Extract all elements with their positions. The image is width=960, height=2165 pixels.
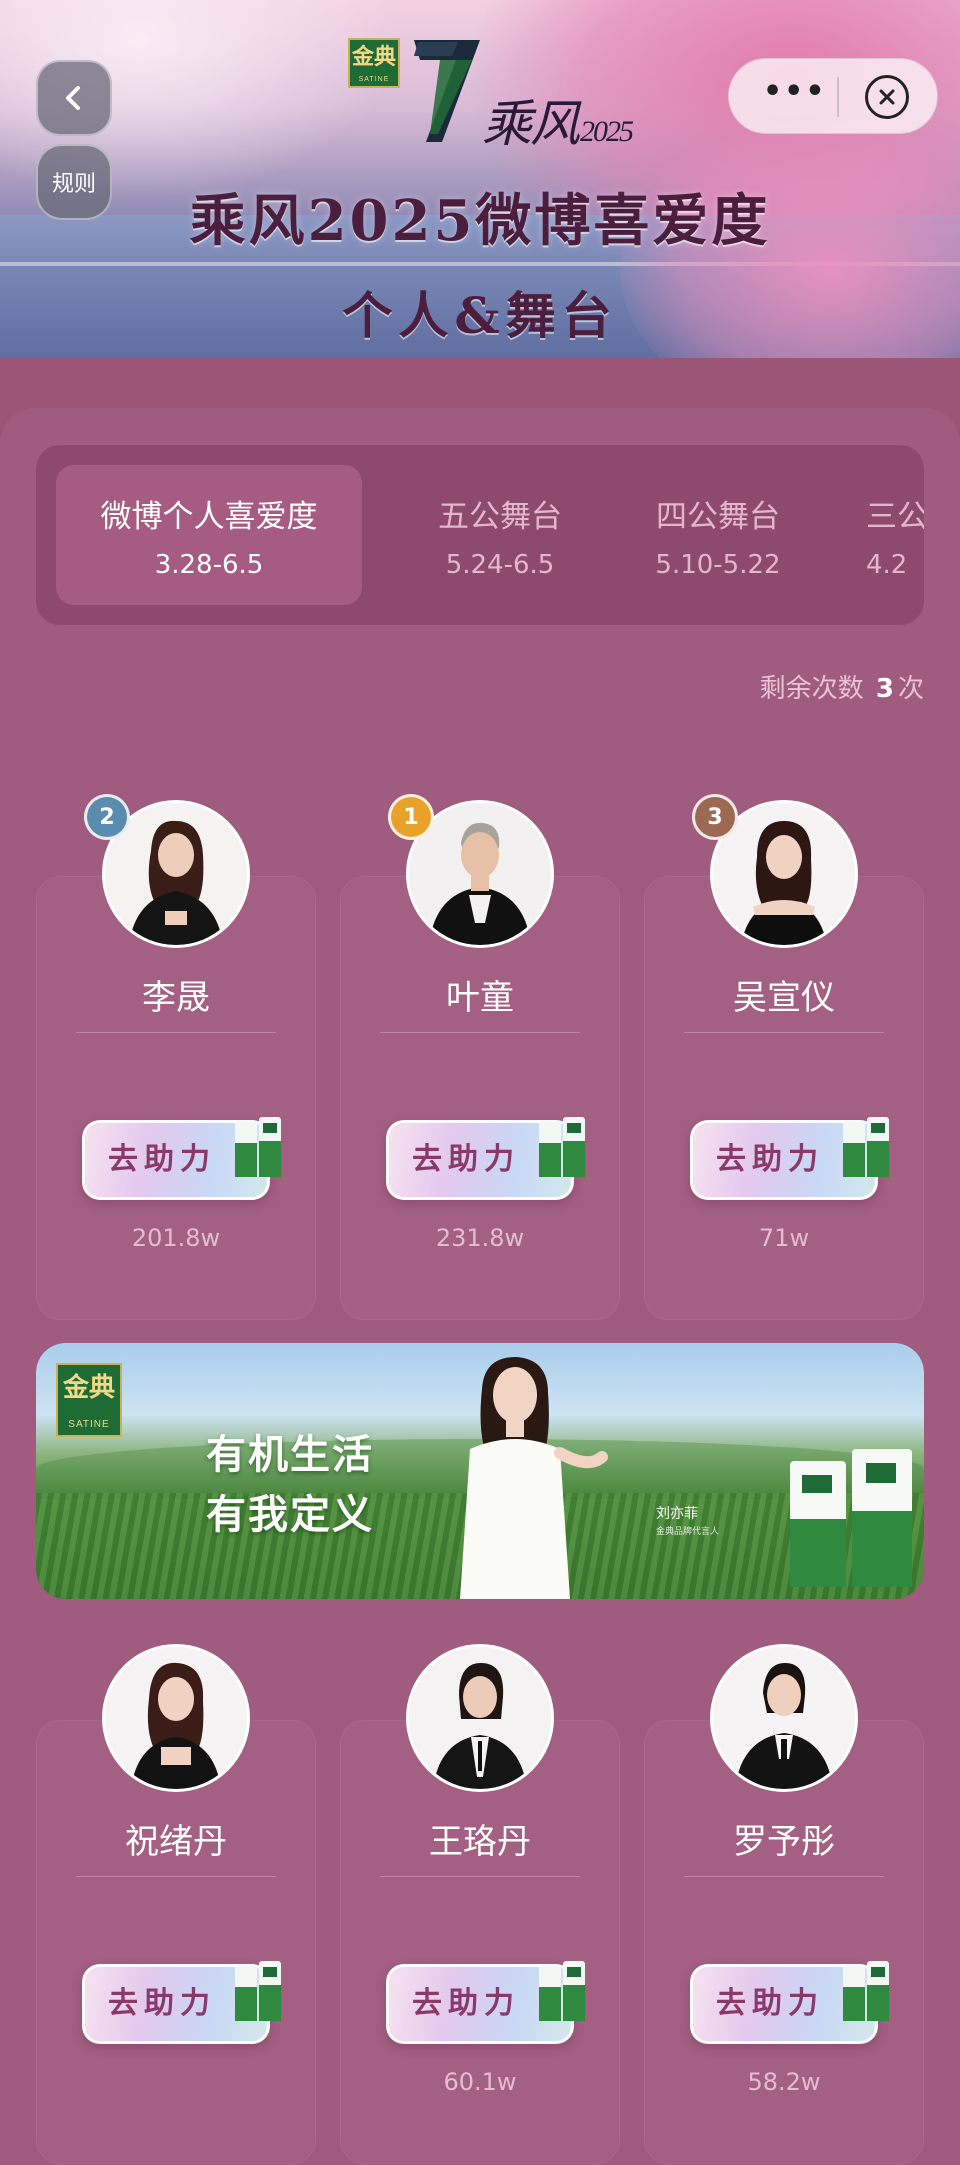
hero-banner: 金典 SATINE 乘风2025 乘风2025微博喜爱度 个人&舞台 — [0, 0, 960, 358]
remaining-label: 剩余次数 — [759, 674, 864, 704]
rank-badge: 2 — [84, 794, 130, 840]
contestant-name: 吴宣仪 — [733, 978, 835, 1018]
rank-badge: 3 — [692, 794, 738, 840]
tab-label: 微博个人喜爱度 — [100, 499, 318, 535]
brand-logo-text: 金典 — [351, 44, 396, 69]
vote-count: 231.8w — [435, 1224, 525, 1252]
brand-logo-small: 金典 SATINE — [348, 38, 400, 88]
contestant-card: 罗予彤 去助力 58.2w — [644, 1644, 924, 2164]
contestant-card: 王珞丹 去助力 60.1w — [340, 1644, 620, 2164]
chevron-left-icon — [66, 86, 80, 110]
divider — [380, 1032, 580, 1033]
ad-signature: 刘亦菲 金典品牌代言人 — [656, 1505, 719, 1541]
divider — [76, 1876, 276, 1877]
milk-carton-icon — [539, 1961, 585, 2021]
show-logo: 金典 SATINE 乘风2025 — [348, 34, 646, 152]
close-circle-icon — [879, 89, 895, 105]
contestant-row-2: 祝绪丹 去助力 王珞丹 去助力 60.1w 罗予彤 去助力 58.2w — [36, 1644, 924, 2164]
tab-label: 三公 — [866, 499, 924, 535]
contestant-card: 祝绪丹 去助力 — [36, 1644, 316, 2164]
remaining-votes: 剩余次数 3次 — [760, 668, 924, 705]
close-button[interactable] — [865, 75, 909, 119]
page-title: 乘风2025微博喜爱度 — [189, 188, 771, 254]
contestant-row-1: 2 李晟 去助力 201.8w 1 叶童 去助力 231.8w 3 吴宣仪 去助… — [36, 794, 924, 1320]
tab-stage-5[interactable]: 五公舞台 5.24-6.5 — [400, 465, 600, 605]
divider — [380, 1876, 580, 1877]
avatar[interactable] — [710, 1644, 858, 1792]
brand-logo-text: 金典 — [62, 1373, 115, 1402]
rank-badge: 1 — [388, 794, 434, 840]
miniapp-capsule: ••• — [728, 58, 938, 134]
tab-dates: 5.24-6.5 — [445, 550, 555, 580]
tab-label: 五公舞台 — [438, 499, 562, 535]
ad-signature-name: 刘亦菲 — [656, 1506, 698, 1522]
divider — [684, 1876, 884, 1877]
brand-logo: 金典 SATINE — [56, 1363, 122, 1437]
support-button[interactable]: 去助力 — [690, 1117, 889, 1200]
page-subtitle: 个人&舞台 — [342, 286, 618, 345]
vote-count: 201.8w — [131, 1224, 221, 1252]
more-dots-icon[interactable]: ••• — [763, 77, 825, 111]
brand-logo-sub: SATINE — [358, 76, 390, 83]
support-button[interactable]: 去助力 — [82, 1961, 281, 2044]
tab-stage-4[interactable]: 四公舞台 5.10-5.22 — [618, 465, 818, 605]
category-tabs: 微博个人喜爱度 3.28-6.5 五公舞台 5.24-6.5 四公舞台 5.10… — [36, 445, 924, 625]
milk-carton-icon — [843, 1117, 889, 1177]
contestant-card: 2 李晟 去助力 201.8w — [36, 794, 316, 1320]
remaining-count: 3 — [875, 674, 894, 704]
ad-slogan-line-2: 有我定义 — [206, 1492, 374, 1538]
sponsor-ad-banner[interactable]: 金典 SATINE 有机生活 有我定义 刘亦菲 金典品牌代言人 — [36, 1343, 924, 1599]
support-button[interactable]: 去助力 — [386, 1961, 585, 2044]
tab-label: 四公舞台 — [656, 499, 780, 535]
back-button[interactable] — [36, 60, 112, 136]
contestant-name: 叶童 — [446, 978, 514, 1018]
vote-count: 60.1w — [443, 2068, 517, 2096]
ad-model-image — [460, 1357, 608, 1599]
milk-carton-icon — [235, 1961, 281, 2021]
milk-carton-icon — [235, 1117, 281, 1177]
avatar[interactable] — [406, 1644, 554, 1792]
support-button[interactable]: 去助力 — [690, 1961, 889, 2044]
contestant-card: 1 叶童 去助力 231.8w — [340, 794, 620, 1320]
contestant-name: 李晟 — [142, 978, 210, 1018]
support-button[interactable]: 去助力 — [82, 1117, 281, 1200]
tab-weibo-personal[interactable]: 微博个人喜爱度 3.28-6.5 — [56, 465, 362, 605]
capsule-divider — [837, 77, 839, 117]
ad-slogan: 有机生活 有我定义 — [206, 1425, 374, 1545]
divider — [684, 1032, 884, 1033]
vote-count: 71w — [758, 1224, 810, 1252]
show-logo-name: 乘风 — [482, 96, 580, 152]
tab-dates: 5.10-5.22 — [655, 550, 781, 580]
tab-stage-3[interactable]: 三公 4.2 — [866, 465, 924, 605]
vote-count: 58.2w — [747, 2068, 821, 2096]
support-button[interactable]: 去助力 — [386, 1117, 585, 1200]
show-number-glyph — [414, 40, 480, 142]
divider — [76, 1032, 276, 1033]
contestant-name: 祝绪丹 — [125, 1822, 227, 1862]
milk-carton-icon — [539, 1117, 585, 1177]
show-logo-text: 乘风2025 — [482, 84, 634, 156]
ad-slogan-line-1: 有机生活 — [206, 1432, 374, 1478]
remaining-unit: 次 — [897, 674, 924, 704]
ad-signature-title: 金典品牌代言人 — [656, 1527, 720, 1537]
tab-dates: 4.2 — [866, 550, 908, 580]
contestant-name: 罗予彤 — [733, 1822, 835, 1862]
contestant-name: 王珞丹 — [429, 1822, 531, 1862]
tab-dates: 3.28-6.5 — [154, 550, 264, 580]
rules-button[interactable]: 规则 — [36, 144, 112, 220]
milk-carton-icon — [790, 1449, 912, 1587]
show-logo-year: 2025 — [580, 115, 634, 148]
avatar[interactable] — [102, 1644, 250, 1792]
contestant-card: 3 吴宣仪 去助力 71w — [644, 794, 924, 1320]
brand-logo-sub: SATINE — [68, 1419, 110, 1430]
milk-carton-icon — [843, 1961, 889, 2021]
